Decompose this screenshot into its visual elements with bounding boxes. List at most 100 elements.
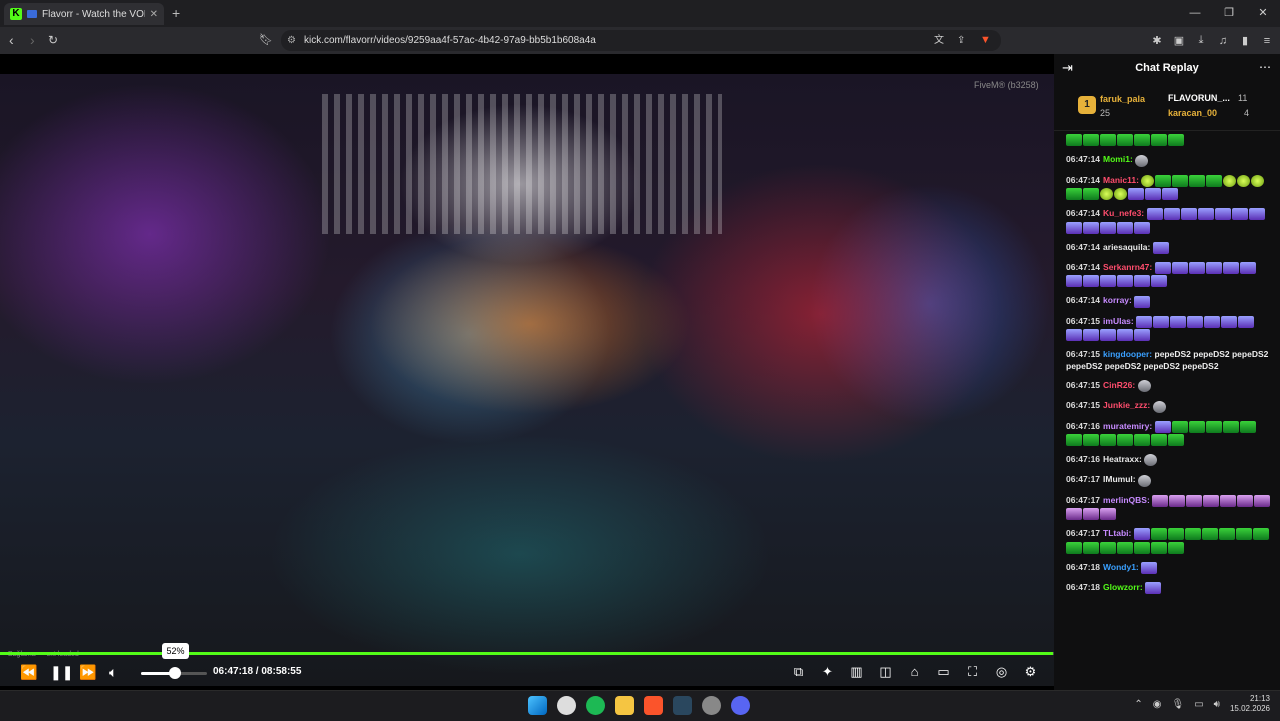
- emote-icon[interactable]: [1187, 315, 1204, 328]
- back-icon[interactable]: ‹: [9, 27, 14, 54]
- emote-icon[interactable]: [1170, 315, 1187, 328]
- emote-icon[interactable]: [1117, 221, 1133, 234]
- menu-icon[interactable]: ≡: [1260, 35, 1274, 47]
- emote-icon[interactable]: [1188, 262, 1205, 274]
- message-username[interactable]: TLtabi:: [1103, 528, 1134, 538]
- emote-icon[interactable]: [1134, 329, 1150, 341]
- emote-icon[interactable]: [1171, 420, 1188, 433]
- message-username[interactable]: kingdooper:: [1103, 349, 1154, 359]
- emote-icon[interactable]: [1066, 221, 1082, 234]
- emote-icon[interactable]: [1083, 221, 1099, 234]
- close-tab-icon[interactable]: ✕: [150, 9, 158, 20]
- emote-icon[interactable]: [1137, 474, 1151, 487]
- emote-icon[interactable]: [1237, 174, 1251, 187]
- video-frame[interactable]: [0, 74, 1054, 686]
- emote-icon[interactable]: [1214, 208, 1231, 221]
- emote-icon[interactable]: [1117, 275, 1133, 288]
- emote-icon[interactable]: [1066, 329, 1082, 341]
- close-window-icon[interactable]: ✕: [1246, 0, 1280, 27]
- message-username[interactable]: Ku_nefe3:: [1103, 208, 1146, 218]
- emote-icon[interactable]: [1066, 508, 1082, 520]
- volume-icon[interactable]: 🔈︎: [109, 660, 117, 684]
- message-username[interactable]: Momi1:: [1103, 154, 1135, 164]
- video-player[interactable]: FiveM® (b3258) Bağlama — ext loaded ⏪ ❚❚…: [0, 54, 1054, 690]
- message-username[interactable]: muratemiry:: [1103, 421, 1155, 431]
- new-tab-button[interactable]: +: [172, 5, 180, 21]
- emote-icon[interactable]: [1254, 494, 1271, 507]
- message-username[interactable]: Wondy1:: [1103, 562, 1141, 572]
- message-username[interactable]: ariesaquila:: [1103, 242, 1153, 252]
- emote-icon[interactable]: [1221, 315, 1238, 328]
- emote-icon[interactable]: [1083, 134, 1099, 147]
- emote-icon[interactable]: [1066, 134, 1082, 147]
- emote-icon[interactable]: [1237, 494, 1254, 507]
- message-username[interactable]: Junkie_zzz:: [1103, 400, 1153, 410]
- message-username[interactable]: imUlas:: [1103, 316, 1136, 326]
- emote-icon[interactable]: [1163, 208, 1180, 221]
- highlight-icon[interactable]: ✦: [818, 660, 837, 684]
- leader-first-name[interactable]: faruk_pala: [1100, 94, 1145, 104]
- emote-icon[interactable]: [1206, 174, 1223, 187]
- leader-third-name[interactable]: karacan_00: [1168, 108, 1217, 118]
- emote-icon[interactable]: [1083, 508, 1099, 520]
- pause-icon[interactable]: ❚❚: [50, 660, 73, 684]
- url-bar[interactable]: ⚙ kick.com/flavorr/videos/9259aa4f-57ac-…: [281, 30, 1001, 51]
- share-icon[interactable]: ⇪: [957, 27, 965, 54]
- emote-icon[interactable]: [1172, 174, 1189, 187]
- emote-icon[interactable]: [1100, 275, 1116, 288]
- emote-icon[interactable]: [1066, 188, 1082, 200]
- emote-icon[interactable]: [1083, 188, 1099, 200]
- message-username[interactable]: merlinQBS:: [1103, 495, 1152, 505]
- emote-icon[interactable]: [1151, 275, 1167, 288]
- network-icon[interactable]: ▭: [1194, 699, 1203, 710]
- emote-icon[interactable]: [1152, 241, 1169, 254]
- progress-bar[interactable]: [0, 652, 1054, 655]
- emote-icon[interactable]: [1151, 134, 1167, 147]
- app-icon[interactable]: [702, 696, 721, 715]
- emote-icon[interactable]: [1168, 541, 1184, 554]
- emote-icon[interactable]: [1167, 528, 1184, 541]
- brave-icon[interactable]: [644, 696, 663, 715]
- emote-icon[interactable]: [1134, 295, 1151, 308]
- emote-icon[interactable]: [1133, 528, 1150, 541]
- start-icon[interactable]: [528, 696, 547, 715]
- emote-icon[interactable]: [1201, 528, 1218, 541]
- emote-icon[interactable]: [1145, 582, 1162, 594]
- emote-icon[interactable]: [1117, 541, 1133, 554]
- settings-icon[interactable]: ⚙: [1021, 660, 1040, 684]
- emote-icon[interactable]: [1155, 174, 1172, 187]
- volume-slider[interactable]: [141, 667, 207, 679]
- emote-icon[interactable]: [1169, 494, 1186, 507]
- emote-icon[interactable]: [1083, 541, 1099, 554]
- emote-icon[interactable]: [1152, 400, 1166, 413]
- steam-icon[interactable]: [673, 696, 692, 715]
- emote-icon[interactable]: [1145, 188, 1161, 200]
- emote-icon[interactable]: [1153, 315, 1170, 328]
- emote-icon[interactable]: [1238, 315, 1255, 328]
- pip-icon[interactable]: ◫: [876, 660, 895, 684]
- rewind-icon[interactable]: ⏪: [20, 660, 37, 684]
- emote-icon[interactable]: [1066, 541, 1082, 554]
- cast-icon[interactable]: ⌂: [905, 660, 924, 684]
- media-icon[interactable]: ♫: [1216, 35, 1230, 47]
- emote-icon[interactable]: [1128, 188, 1144, 200]
- maximize-icon[interactable]: ❐: [1212, 0, 1246, 27]
- emote-icon[interactable]: [1204, 315, 1221, 328]
- emote-icon[interactable]: [1117, 329, 1133, 341]
- emote-icon[interactable]: [1168, 134, 1184, 147]
- security-icon[interactable]: [557, 696, 576, 715]
- site-info-icon[interactable]: ⚙: [287, 35, 296, 46]
- emote-icon[interactable]: [1239, 262, 1256, 274]
- bookmark-icon[interactable]: 🔖︎: [259, 27, 273, 54]
- minimize-icon[interactable]: —: [1178, 0, 1212, 27]
- spotify-icon[interactable]: [586, 696, 605, 715]
- emote-icon[interactable]: [1134, 221, 1150, 234]
- emote-icon[interactable]: [1188, 420, 1205, 433]
- emote-icon[interactable]: [1134, 541, 1150, 554]
- emote-icon[interactable]: [1114, 188, 1127, 200]
- brave-shield-icon[interactable]: ▼: [980, 27, 991, 54]
- emote-icon[interactable]: [1150, 528, 1167, 541]
- emote-icon[interactable]: [1248, 208, 1265, 221]
- fullscreen-icon[interactable]: ⛶: [963, 660, 982, 684]
- clock[interactable]: 21:13 15.02.2026: [1230, 694, 1270, 714]
